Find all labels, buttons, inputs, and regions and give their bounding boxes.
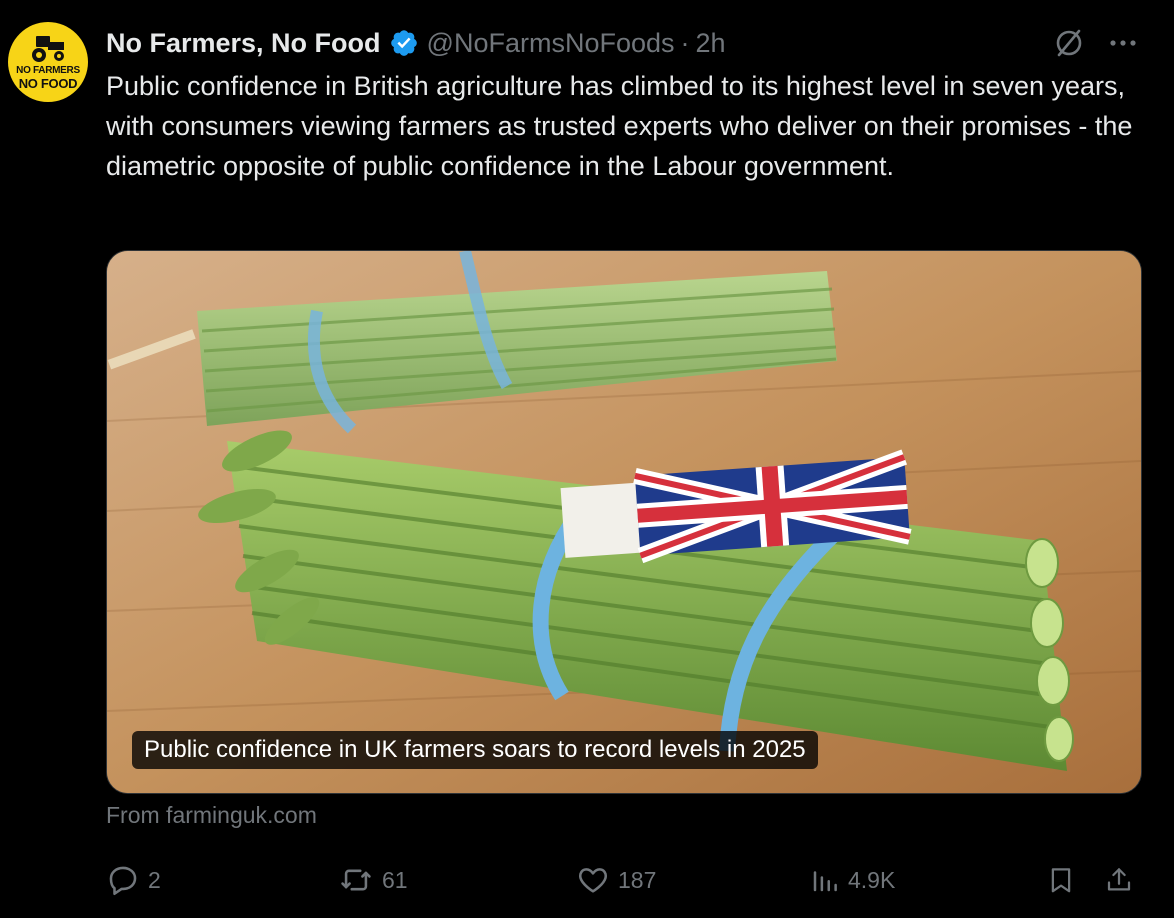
share-button[interactable] [1104, 860, 1142, 900]
verified-badge-icon[interactable] [389, 28, 419, 58]
view-count: 4.9K [848, 866, 896, 893]
card-caption[interactable]: Public confidence in UK farmers soars to… [132, 731, 818, 769]
views-button[interactable]: 4.9K [810, 860, 895, 900]
card-source[interactable]: From farminguk.com [106, 802, 317, 829]
repost-icon [341, 869, 371, 891]
display-name[interactable]: No Farmers, No Food [106, 28, 381, 59]
tweet-text: Public confidence in British agriculture… [106, 71, 1133, 181]
article-image [107, 251, 1141, 793]
reply-button[interactable]: 2 [106, 860, 161, 900]
like-count: 187 [618, 866, 657, 893]
bookmark-button[interactable] [1046, 860, 1084, 900]
tweet[interactable]: NO FARMERS NO FOOD No Farmers, No Food @… [0, 0, 1174, 918]
timestamp[interactable]: 2h [696, 28, 726, 59]
share-icon [1107, 868, 1131, 891]
avatar-text-line1: NO FARMERS [16, 65, 80, 76]
repost-button[interactable]: 61 [338, 860, 408, 900]
grok-icon[interactable] [1052, 26, 1086, 60]
bookmark-icon [1051, 868, 1071, 893]
more-icon[interactable] [1106, 32, 1140, 54]
link-card[interactable]: Public confidence in UK farmers soars to… [106, 250, 1142, 794]
like-icon [579, 868, 607, 893]
separator-dot: · [680, 27, 690, 58]
reply-icon [109, 866, 137, 896]
action-bar: 2 61 187 4.9K [0, 860, 1174, 900]
like-button[interactable]: 187 [576, 860, 656, 900]
avatar[interactable]: NO FARMERS NO FOOD [8, 22, 88, 102]
tweet-header: No Farmers, No Food @NoFarmsNoFoods · 2h [106, 26, 726, 60]
views-icon [813, 871, 837, 892]
reply-count: 2 [148, 866, 161, 893]
repost-count: 61 [382, 866, 408, 893]
handle[interactable]: @NoFarmsNoFoods [427, 28, 675, 59]
avatar-text-line2: NO FOOD [18, 76, 78, 91]
